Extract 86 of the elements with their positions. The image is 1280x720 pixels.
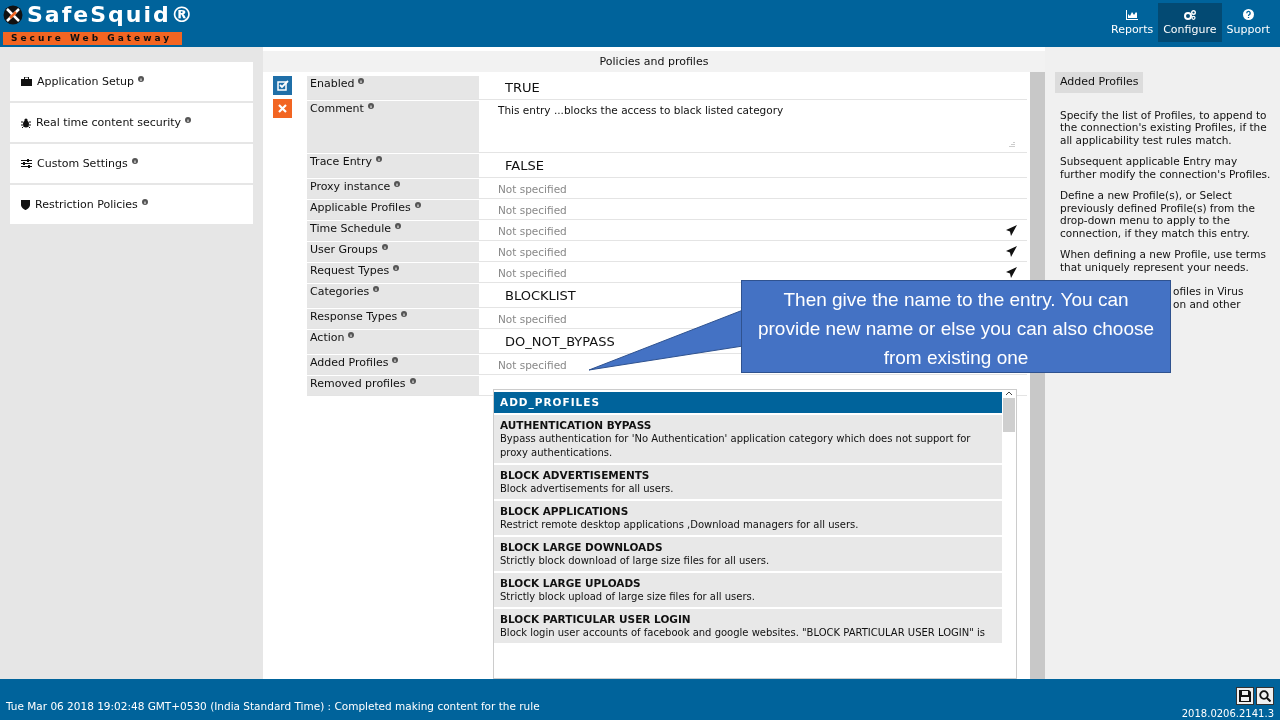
info-icon: [348, 332, 355, 338]
dropdown-option[interactable]: BLOCK LARGE UPLOADS Strictly block upload of large size files for all users.: [494, 573, 1002, 607]
resize-grip-icon: [1008, 141, 1015, 148]
help-text: on and other: [1173, 297, 1242, 310]
save-button[interactable]: [1236, 687, 1254, 705]
info-icon: [375, 156, 382, 162]
search-icon: [1259, 690, 1271, 702]
input-field[interactable]: TRUE: [481, 76, 1027, 99]
status-text: Tue Mar 06 2018 19:02:48 GMT+0530 (India Standard Time) : Completed making content for the rule: [6, 700, 540, 712]
input-field[interactable]: Not specified: [481, 200, 1027, 219]
nav-tab[interactable]: Configure: [1158, 3, 1222, 42]
field-label: Time Schedule: [307, 221, 479, 240]
chart-icon: [1126, 9, 1139, 20]
field-label: User Groups: [307, 242, 479, 261]
info-icon: [138, 76, 144, 82]
send-icon[interactable]: [1006, 246, 1017, 257]
dropdown-option[interactable]: BLOCK PARTICULAR USER LOGIN Block login user accounts of facebook and google websites. "BLOCK PARTICULAR USER LOGIN" is: [494, 609, 1002, 643]
help-text: Define a new Profile(s), or Select previously defined Profile(s) from the drop-down menu to apply to the connection, if they match this entry.: [1060, 189, 1256, 239]
info-icon: [414, 202, 421, 208]
panel-title: Policies and profiles: [263, 51, 1045, 72]
search-button[interactable]: [1256, 687, 1274, 705]
nav-tab[interactable]: Support: [1221, 3, 1275, 42]
dropdown-option[interactable]: BLOCK APPLICATIONS Restrict remote desktop applications ,Download managers for all users.: [494, 501, 1002, 535]
gears-icon: [1183, 9, 1196, 20]
field-label: Comment: [307, 101, 479, 152]
info-icon: [392, 357, 399, 363]
sidebar-item[interactable]: Restriction Policies: [10, 185, 253, 224]
field-label: Request Types: [307, 263, 479, 282]
send-icon[interactable]: [1006, 267, 1017, 278]
logo-title: SafeSquid®: [27, 2, 195, 28]
sidebar-item[interactable]: Real time content security: [10, 103, 253, 142]
info-icon: [393, 265, 400, 271]
delete-button[interactable]: [273, 99, 292, 118]
input-field[interactable]: FALSE: [481, 154, 1027, 177]
help-text: Specify the list of Profiles, to append to the connection's existing Profiles, if the all applicability test rules match.: [1060, 108, 1268, 146]
field-label: Added Profiles: [307, 355, 479, 374]
scroll-thumb[interactable]: [1003, 398, 1015, 432]
info-icon: [373, 286, 380, 292]
enabled-checkbox[interactable]: [273, 76, 292, 95]
input-field[interactable]: Not specified: [498, 266, 567, 279]
info-icon: [394, 223, 401, 229]
help-icon: [1242, 9, 1254, 20]
close-icon: [278, 104, 287, 113]
sidebar-item[interactable]: Custom Settings: [10, 144, 253, 183]
version-text: 2018.0206.2141.3: [1181, 708, 1274, 719]
info-icon: [131, 158, 138, 164]
field-label: Applicable Profiles: [307, 200, 479, 219]
info-icon: [141, 199, 148, 205]
field-label: Categories: [307, 284, 479, 307]
send-icon[interactable]: [1006, 225, 1017, 236]
dropdown-title: ADD_PROFILES: [494, 392, 1002, 413]
scroll-up-icon[interactable]: [1005, 390, 1013, 396]
logo-subtitle: Secure Web Gateway: [3, 32, 183, 45]
dropdown-option[interactable]: BLOCK ADVERTISEMENTS Block advertisements for all users.: [494, 465, 1002, 499]
info-icon: [381, 244, 388, 250]
save-icon: [1239, 690, 1251, 702]
info-icon: [367, 103, 374, 109]
info-icon: [409, 378, 416, 384]
bug-icon: [21, 117, 31, 128]
field-label: Removed profiles: [307, 376, 479, 395]
field-label: Response Types: [307, 309, 479, 328]
sliders-icon: [21, 159, 32, 168]
info-icon: [401, 311, 408, 317]
input-field[interactable]: Not specified: [481, 179, 1027, 198]
sidebar-item[interactable]: Application Setup: [10, 62, 253, 101]
nav-tab[interactable]: Reports: [1106, 3, 1159, 42]
field-label: Trace Entry: [307, 154, 479, 177]
info-icon: [185, 117, 192, 123]
help-text: ofiles in Virus: [1173, 285, 1245, 298]
field-label: Action: [307, 330, 479, 353]
field-label: Proxy instance: [307, 179, 479, 198]
info-icon: [394, 181, 401, 187]
dropdown-option[interactable]: BLOCK LARGE DOWNLOADS Strictly block download of large size files for all users.: [494, 537, 1002, 571]
help-text: Subsequent applicable Entry may further modify the connection's Profiles.: [1060, 155, 1272, 180]
dropdown-option[interactable]: AUTHENTICATION BYPASS Bypass authentication for 'No Authentication' application category which does not support for proxy authentications.: [494, 415, 1002, 463]
field-label: Enabled: [307, 76, 479, 99]
help-title: Added Profiles: [1055, 72, 1144, 93]
logo-icon: [3, 5, 23, 25]
check-icon: [276, 80, 289, 91]
help-text: When defining a new Profile, use terms that uniquely represent your needs.: [1060, 248, 1267, 273]
shield-icon: [21, 199, 30, 210]
input-field[interactable]: Not specified: [498, 224, 567, 237]
briefcase-icon: [21, 77, 32, 86]
info-icon: [358, 78, 365, 84]
comment-field[interactable]: This entry ...blocks the access to black listed category: [481, 101, 1027, 152]
input-field[interactable]: Not specified: [498, 245, 567, 258]
